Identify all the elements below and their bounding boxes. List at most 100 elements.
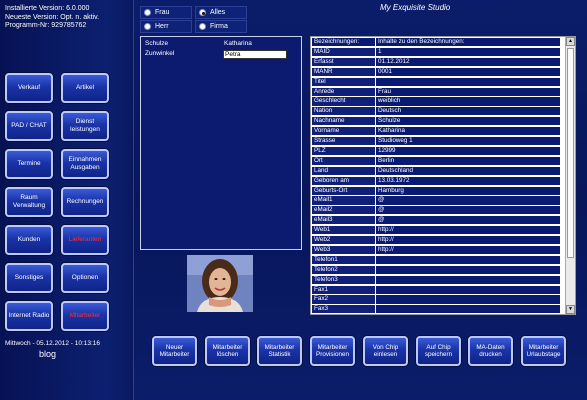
employee-vacation-button[interactable]: Mitarbeiter Urlaubstage bbox=[521, 336, 566, 366]
filter-alles[interactable]: Alles bbox=[195, 6, 247, 19]
field-value[interactable]: Hamburg bbox=[376, 186, 560, 196]
details-header-value: Inhalte zu den Bezeichnungen: bbox=[376, 38, 560, 48]
print-employee-data-button[interactable]: MA-Daten drucken bbox=[468, 336, 513, 366]
field-value[interactable]: 1 bbox=[376, 47, 560, 58]
field-value[interactable]: Deutsch bbox=[376, 107, 560, 117]
table-row[interactable]: Fax3 bbox=[311, 305, 575, 314]
field-value[interactable]: http:// bbox=[376, 236, 560, 246]
details-header-row[interactable]: Bezeichnungen: Inhalte zu den Bezeichnung… bbox=[311, 38, 575, 48]
filter-herr[interactable]: Herr bbox=[140, 20, 192, 33]
field-name: Telefon2 bbox=[312, 265, 376, 275]
table-row[interactable]: Fax2 bbox=[311, 295, 575, 305]
table-row[interactable]: Anrede Frau bbox=[311, 87, 575, 97]
field-value[interactable]: @ bbox=[376, 206, 560, 216]
table-row[interactable]: Titel bbox=[311, 77, 575, 87]
field-name: Fax3 bbox=[312, 305, 376, 314]
table-row[interactable]: Erfasst 01.12.2012 bbox=[311, 57, 575, 67]
details-scrollbar[interactable]: ▲ ▼ bbox=[565, 37, 575, 314]
articles-button[interactable]: Artikel bbox=[61, 73, 109, 103]
field-value[interactable]: http:// bbox=[376, 245, 560, 256]
list-item-firstname-edit[interactable]: Petra bbox=[223, 50, 287, 59]
field-value[interactable]: Berlin bbox=[376, 156, 560, 166]
field-name: Geburts-Ort bbox=[312, 186, 376, 196]
table-row[interactable]: MANR 0001 bbox=[311, 67, 575, 77]
table-row[interactable]: PLZ 12999 bbox=[311, 146, 575, 157]
customers-button[interactable]: Kunden bbox=[5, 225, 53, 255]
field-value[interactable]: Studioweg 1 bbox=[376, 137, 560, 147]
table-row[interactable]: Geschlecht weiblich bbox=[311, 97, 575, 107]
field-value[interactable]: Schulze bbox=[376, 117, 560, 127]
services-button[interactable]: Dienst leistungen bbox=[61, 111, 109, 141]
installed-version: Installierte Version: 6.0.000 bbox=[5, 5, 90, 12]
table-row[interactable]: Web1 http:// bbox=[311, 226, 575, 236]
table-row[interactable]: Nation Deutsch bbox=[311, 107, 575, 117]
delete-employee-button[interactable]: Mitarbeiter löschen bbox=[205, 336, 250, 366]
field-name: Strasse bbox=[312, 137, 376, 147]
filter-herr-label: Herr bbox=[155, 23, 169, 30]
field-value[interactable]: @ bbox=[376, 216, 560, 226]
scroll-thumb[interactable] bbox=[567, 48, 574, 258]
pad-chat-button[interactable]: PAD / CHAT bbox=[5, 111, 53, 141]
table-row[interactable]: Web2 http:// bbox=[311, 236, 575, 246]
field-value[interactable]: weiblich bbox=[376, 97, 560, 107]
field-value[interactable] bbox=[376, 305, 560, 314]
new-employee-button[interactable]: Neuer Mitarbeiter bbox=[152, 336, 197, 366]
table-row[interactable]: MAID 1 bbox=[311, 47, 575, 58]
employees-button[interactable]: Mitarbeiter bbox=[61, 301, 109, 331]
table-row[interactable]: eMail2 @ bbox=[311, 206, 575, 216]
filter-firma[interactable]: Firma bbox=[195, 20, 247, 33]
internet-radio-button[interactable]: Internet Radio bbox=[5, 301, 53, 331]
scroll-up-icon[interactable]: ▲ bbox=[566, 37, 575, 46]
details-table[interactable]: Bezeichnungen: Inhalte zu den Bezeichnung… bbox=[310, 36, 576, 315]
field-value[interactable] bbox=[376, 295, 560, 305]
field-value[interactable] bbox=[376, 77, 560, 87]
table-row[interactable]: Nachname Schulze bbox=[311, 117, 575, 127]
invoices-button[interactable]: Rechnungen bbox=[61, 187, 109, 217]
field-value[interactable]: Katharina bbox=[376, 127, 560, 137]
table-row[interactable]: Land Deutschland bbox=[311, 166, 575, 176]
employee-commissions-button[interactable]: Mitarbeiter Provisionen bbox=[310, 336, 355, 366]
table-row[interactable]: Geboren am 13.03.1972 bbox=[311, 176, 575, 186]
field-value[interactable] bbox=[376, 285, 560, 295]
table-row[interactable]: Telefon3 bbox=[311, 275, 575, 285]
employee-statistics-button[interactable]: Mitarbeiter Statistik bbox=[257, 336, 302, 366]
field-value[interactable]: @ bbox=[376, 196, 560, 206]
table-row[interactable]: Telefon2 bbox=[311, 265, 575, 275]
employee-list[interactable]: Schulze Katharina Zunwinkel Petra bbox=[140, 36, 302, 250]
table-row[interactable]: Strasse Studioweg 1 bbox=[311, 137, 575, 147]
field-name: Telefon1 bbox=[312, 255, 376, 265]
field-value[interactable]: 13.03.1972 bbox=[376, 176, 560, 186]
table-row[interactable]: Geburts-Ort Hamburg bbox=[311, 186, 575, 196]
appointments-button[interactable]: Termine bbox=[5, 149, 53, 179]
table-row[interactable]: eMail1 @ bbox=[311, 196, 575, 206]
table-row[interactable]: Fax1 bbox=[311, 285, 575, 295]
field-value[interactable]: 12999 bbox=[376, 146, 560, 157]
blog-link[interactable]: blog bbox=[39, 349, 56, 359]
field-value[interactable]: Deutschland bbox=[376, 166, 560, 176]
read-chip-button[interactable]: Von Chip einlesen bbox=[363, 336, 408, 366]
app-title: My Exquisite Studio bbox=[380, 3, 451, 12]
table-row[interactable]: Ort Berlin bbox=[311, 156, 575, 166]
field-value[interactable]: http:// bbox=[376, 226, 560, 236]
field-value[interactable]: 0001 bbox=[376, 67, 560, 77]
filter-frau[interactable]: Frau bbox=[140, 6, 192, 19]
field-name: PLZ bbox=[312, 146, 376, 157]
table-row[interactable]: Web3 http:// bbox=[311, 245, 575, 256]
misc-button[interactable]: Sonstiges bbox=[5, 263, 53, 293]
filter-frau-label: Frau bbox=[155, 9, 170, 16]
field-value[interactable]: 01.12.2012 bbox=[376, 57, 560, 67]
field-value[interactable] bbox=[376, 255, 560, 265]
table-row[interactable]: Vorname Katharina bbox=[311, 127, 575, 137]
field-value[interactable] bbox=[376, 265, 560, 275]
field-value[interactable] bbox=[376, 275, 560, 285]
save-chip-button[interactable]: Auf Chip speichern bbox=[416, 336, 461, 366]
scroll-down-icon[interactable]: ▼ bbox=[566, 305, 575, 314]
sales-button[interactable]: Verkauf bbox=[5, 73, 53, 103]
field-value[interactable]: Frau bbox=[376, 87, 560, 97]
options-button[interactable]: Optionen bbox=[61, 263, 109, 293]
suppliers-button[interactable]: Lieferanten bbox=[61, 225, 109, 255]
income-expenses-button[interactable]: Einnahmen Ausgaben bbox=[61, 149, 109, 179]
room-management-button[interactable]: Raum Verwaltung bbox=[5, 187, 53, 217]
table-row[interactable]: Telefon1 bbox=[311, 255, 575, 265]
table-row[interactable]: eMail3 @ bbox=[311, 216, 575, 226]
